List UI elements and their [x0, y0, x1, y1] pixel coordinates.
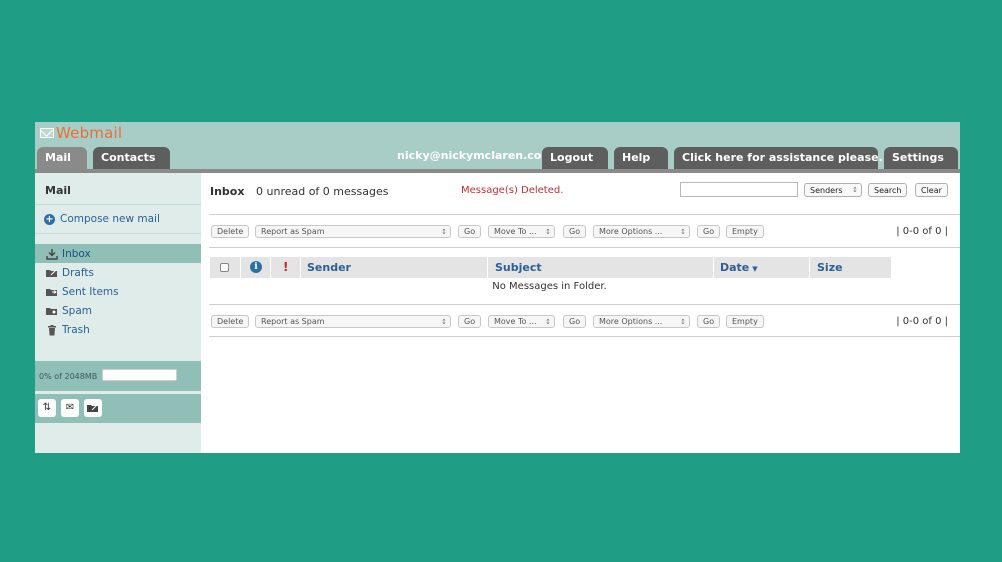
column-separator: [270, 257, 271, 278]
logout-tab[interactable]: Logout: [542, 147, 608, 169]
delete-button[interactable]: Delete: [211, 225, 250, 238]
sidebar-item-label: Spam: [62, 304, 92, 317]
inbox-icon: [46, 248, 58, 260]
sidebar-item-label: Drafts: [62, 266, 94, 279]
header: Webmail Mail Contacts nicky@nickymclaren…: [35, 122, 960, 173]
page-title: Inbox: [210, 185, 245, 198]
quota-meter: [102, 369, 177, 381]
user-email: nicky@nickymclaren.com: [397, 149, 553, 162]
pager: | 0-0 of 0 |: [896, 226, 948, 237]
go-button[interactable]: Go: [458, 315, 482, 328]
status-message: Message(s) Deleted.: [461, 185, 564, 196]
more-options-value: More Options ...: [599, 227, 663, 236]
report-spam-value: Report as Spam: [261, 317, 325, 326]
assistance-tab[interactable]: Click here for assistance please.: [674, 147, 883, 169]
sidebar-item-label: Trash: [62, 323, 90, 336]
sidebar-item-trash[interactable]: Trash: [35, 320, 201, 339]
priority-icon: !: [283, 260, 289, 274]
divider: [209, 247, 960, 248]
unread-count: 0 unread of 0 messages: [256, 185, 389, 198]
sent-folder-icon: [46, 287, 58, 297]
sidebar-title: Mail: [45, 184, 71, 197]
quota-text: 0% of 2048MB: [39, 372, 98, 381]
spam-folder-icon: [46, 306, 58, 316]
clear-button[interactable]: Clear: [915, 183, 948, 197]
sidebar-item-inbox[interactable]: Inbox: [35, 244, 201, 263]
divider: [209, 336, 960, 337]
sidebar-item-sent-items[interactable]: Sent Items: [35, 282, 201, 301]
search-scope-value: Senders: [810, 186, 843, 195]
envelope-icon: ✉: [65, 402, 75, 413]
column-separator: [240, 257, 241, 278]
select-all-checkbox[interactable]: [220, 263, 229, 272]
sort-desc-icon: ▼: [752, 265, 758, 273]
folders-button[interactable]: [84, 399, 102, 417]
refresh-button[interactable]: ⇅: [38, 399, 56, 417]
new-mail-button[interactable]: ✉: [61, 399, 79, 417]
pager: | 0-0 of 0 |: [896, 316, 948, 327]
column-date-label: Date: [720, 261, 750, 274]
search-button[interactable]: Search: [868, 183, 908, 197]
report-spam-value: Report as Spam: [261, 227, 325, 236]
compose-label: Compose new mail: [60, 213, 160, 225]
divider: [209, 214, 960, 215]
report-spam-select[interactable]: Report as Spam: [255, 315, 451, 328]
go-button[interactable]: Go: [697, 315, 721, 328]
plus-circle-icon: +: [44, 213, 55, 225]
help-tab[interactable]: Help: [614, 147, 668, 169]
trash-icon: [46, 324, 58, 335]
settings-tab[interactable]: Settings: [884, 147, 958, 169]
sidebar-divider: [35, 204, 201, 205]
tab-contacts[interactable]: Contacts: [93, 147, 170, 169]
logo-text: Webmail: [56, 124, 123, 142]
column-sender[interactable]: Sender: [300, 257, 487, 278]
sidebar-item-label: Inbox: [62, 247, 91, 260]
drafts-folder-icon: [46, 268, 58, 278]
move-to-value: Move To ...: [494, 227, 537, 236]
delete-button[interactable]: Delete: [211, 315, 250, 328]
move-to-select[interactable]: Move To ...: [488, 315, 555, 328]
report-spam-select[interactable]: Report as Spam: [255, 225, 451, 238]
quota-bar: 0% of 2048MB: [35, 361, 201, 391]
sidebar-item-spam[interactable]: Spam: [35, 301, 201, 320]
move-to-select[interactable]: Move To ...: [488, 225, 555, 238]
column-size[interactable]: Size: [810, 257, 891, 278]
tab-mail[interactable]: Mail: [37, 147, 87, 169]
go-button[interactable]: Go: [458, 225, 482, 238]
column-subject[interactable]: Subject: [488, 257, 713, 278]
empty-folder-message: No Messages in Folder.: [492, 281, 607, 292]
empty-button[interactable]: Empty: [726, 315, 764, 328]
sidebar-divider: [35, 233, 201, 234]
main-panel: Inbox 0 unread of 0 messages Message(s) …: [209, 173, 960, 453]
compose-link[interactable]: + Compose new mail: [44, 213, 160, 225]
webmail-window: Webmail Mail Contacts nicky@nickymclaren…: [35, 122, 960, 453]
more-options-value: More Options ...: [599, 317, 663, 326]
search-scope-select[interactable]: Senders: [804, 183, 862, 197]
info-icon: i: [250, 261, 262, 273]
logo: Webmail: [40, 124, 122, 142]
search-input[interactable]: [680, 182, 798, 197]
sidebar-item-label: Sent Items: [62, 285, 119, 298]
tools-bar: ⇅ ✉: [35, 394, 201, 423]
go-button[interactable]: Go: [563, 225, 587, 238]
go-button[interactable]: Go: [563, 315, 587, 328]
move-to-value: Move To ...: [494, 317, 537, 326]
go-button[interactable]: Go: [697, 225, 721, 238]
sidebar: Mail + Compose new mail Inbox Drafts Sen…: [35, 173, 201, 453]
swap-arrows-icon: ⇅: [42, 402, 52, 413]
more-options-select[interactable]: More Options ...: [593, 315, 690, 328]
divider: [209, 304, 960, 305]
more-options-select[interactable]: More Options ...: [593, 225, 690, 238]
message-table-header: i ! Sender Subject Date ▼ Size: [210, 257, 891, 278]
empty-button[interactable]: Empty: [726, 225, 764, 238]
envelope-logo-icon: [40, 128, 54, 138]
folder-edit-icon: [87, 404, 99, 416]
sidebar-item-drafts[interactable]: Drafts: [35, 263, 201, 282]
column-date[interactable]: Date ▼: [713, 257, 809, 278]
